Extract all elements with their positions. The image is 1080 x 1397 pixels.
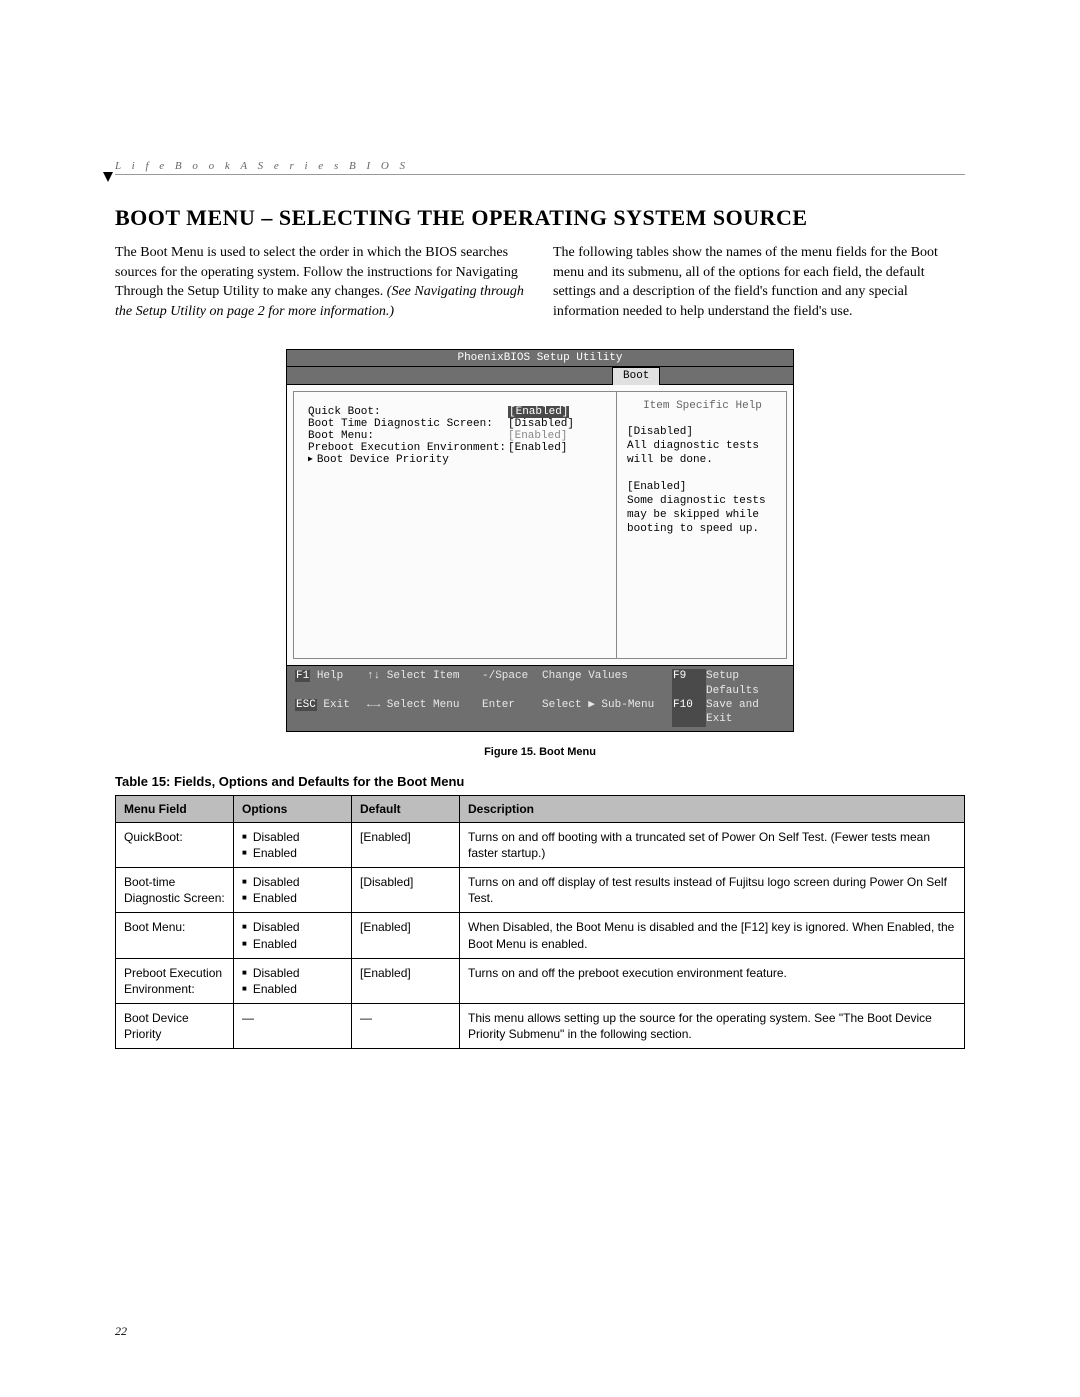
bios-setting-row[interactable]: Preboot Execution Environment:[Enabled] xyxy=(308,442,606,454)
header-marker-icon xyxy=(103,172,113,182)
option-item: Disabled xyxy=(242,874,343,890)
intro-columns: The Boot Menu is used to select the orde… xyxy=(115,243,965,321)
cell-options: DisabledEnabled xyxy=(234,867,352,912)
cell-menu-field: Boot Menu: xyxy=(116,913,234,958)
table-row: Boot Menu:DisabledEnabled[Enabled]When D… xyxy=(116,913,965,958)
bios-setting-label: Boot Device Priority xyxy=(308,454,508,466)
option-item: Disabled xyxy=(242,919,343,935)
bios-setting-value: [Enabled] xyxy=(508,406,569,418)
table-row: Boot Device Priority——This menu allows s… xyxy=(116,1004,965,1049)
bios-setting-row[interactable]: Boot Device Priority xyxy=(308,454,606,466)
cell-default: [Enabled] xyxy=(352,913,460,958)
bios-settings-pane: Quick Boot:[Enabled]Boot Time Diagnostic… xyxy=(293,391,617,659)
key-esc: ESC xyxy=(295,699,317,711)
option-item: Enabled xyxy=(242,936,343,952)
label-setup-defaults: Setup Defaults xyxy=(706,669,785,698)
bios-setting-label: Boot Menu: xyxy=(308,430,508,442)
th-menu-field: Menu Field xyxy=(116,795,234,822)
cell-default: [Enabled] xyxy=(352,958,460,1003)
option-item: Disabled xyxy=(242,829,343,845)
intro-right: The following tables show the names of t… xyxy=(553,243,965,321)
bios-setting-label: Boot Time Diagnostic Screen: xyxy=(308,418,508,430)
intro-left: The Boot Menu is used to select the orde… xyxy=(115,243,527,321)
cell-menu-field: Boot Device Priority xyxy=(116,1004,234,1049)
key-f9: F9 xyxy=(672,669,706,698)
label-help: Help xyxy=(317,670,343,682)
bios-setting-row[interactable]: Boot Menu:[Enabled] xyxy=(308,430,606,442)
label-sub-menu: Select ▶ Sub-Menu xyxy=(542,698,672,727)
bios-help-body: [Disabled]All diagnostic tests will be d… xyxy=(627,426,778,536)
table-header-row: Menu Field Options Default Description xyxy=(116,795,965,822)
bios-setting-value: [Enabled] xyxy=(508,442,567,454)
bios-help-pane: Item Specific Help [Disabled]All diagnos… xyxy=(617,391,787,659)
cell-description: This menu allows setting up the source f… xyxy=(460,1004,965,1049)
cell-options: DisabledEnabled xyxy=(234,822,352,867)
option-item: Enabled xyxy=(242,845,343,861)
cell-description: When Disabled, the Boot Menu is disabled… xyxy=(460,913,965,958)
cell-menu-field: Preboot Execution Environment: xyxy=(116,958,234,1003)
key-f10: F10 xyxy=(672,698,706,727)
bios-tab-boot[interactable]: Boot xyxy=(612,367,660,385)
label-select-item: ↑↓ Select Item xyxy=(367,669,482,698)
option-item: Disabled xyxy=(242,965,343,981)
key-f1: F1 xyxy=(295,670,310,682)
bios-setting-value: [Enabled] xyxy=(508,430,567,442)
table-row: Boot-time Diagnostic Screen:DisabledEnab… xyxy=(116,867,965,912)
bios-screenshot: PhoenixBIOS Setup Utility Boot Quick Boo… xyxy=(286,349,794,731)
th-default: Default xyxy=(352,795,460,822)
th-options: Options xyxy=(234,795,352,822)
bios-footer: F1 Help ↑↓ Select Item -/Space Change Va… xyxy=(287,665,793,730)
bios-body: Quick Boot:[Enabled]Boot Time Diagnostic… xyxy=(287,385,793,665)
label-save-exit: Save and Exit xyxy=(706,698,785,727)
cell-default: — xyxy=(352,1004,460,1049)
cell-description: Turns on and off display of test results… xyxy=(460,867,965,912)
cell-menu-field: QuickBoot: xyxy=(116,822,234,867)
key-enter: Enter xyxy=(482,698,542,727)
cell-options: DisabledEnabled xyxy=(234,913,352,958)
cell-description: Turns on and off booting with a truncate… xyxy=(460,822,965,867)
th-description: Description xyxy=(460,795,965,822)
cell-options: DisabledEnabled xyxy=(234,958,352,1003)
bios-help-title: Item Specific Help xyxy=(627,400,778,412)
figure-caption: Figure 15. Boot Menu xyxy=(115,746,965,758)
bios-setting-row[interactable]: Quick Boot:[Enabled] xyxy=(308,406,606,418)
label-exit: Exit xyxy=(323,699,349,711)
cell-menu-field: Boot-time Diagnostic Screen: xyxy=(116,867,234,912)
cell-default: [Disabled] xyxy=(352,867,460,912)
bios-setting-label: Preboot Execution Environment: xyxy=(308,442,508,454)
running-header: L i f e B o o k A S e r i e s B I O S xyxy=(115,160,965,175)
option-item: Enabled xyxy=(242,981,343,997)
page-number: 22 xyxy=(115,1324,127,1339)
header-text: L i f e B o o k A S e r i e s B I O S xyxy=(115,160,409,172)
cell-options: — xyxy=(234,1004,352,1049)
bios-title: PhoenixBIOS Setup Utility xyxy=(287,350,793,367)
bios-setting-row[interactable]: Boot Time Diagnostic Screen:[Disabled] xyxy=(308,418,606,430)
bios-setting-label: Quick Boot: xyxy=(308,406,508,418)
table-caption: Table 15: Fields, Options and Defaults f… xyxy=(115,774,965,789)
bios-tab-bar: Boot xyxy=(287,367,793,385)
label-change-values: Change Values xyxy=(542,669,672,698)
key-space: -/Space xyxy=(482,669,542,698)
option-item: Enabled xyxy=(242,890,343,906)
fields-table: Menu Field Options Default Description Q… xyxy=(115,795,965,1050)
page-title: Boot Menu – Selecting the Operating Syst… xyxy=(115,205,965,231)
cell-description: Turns on and off the preboot execution e… xyxy=(460,958,965,1003)
bios-setting-value: [Disabled] xyxy=(508,418,574,430)
label-select-menu: ←→ Select Menu xyxy=(367,698,482,727)
cell-default: [Enabled] xyxy=(352,822,460,867)
table-row: Preboot Execution Environment:DisabledEn… xyxy=(116,958,965,1003)
table-row: QuickBoot:DisabledEnabled[Enabled]Turns … xyxy=(116,822,965,867)
